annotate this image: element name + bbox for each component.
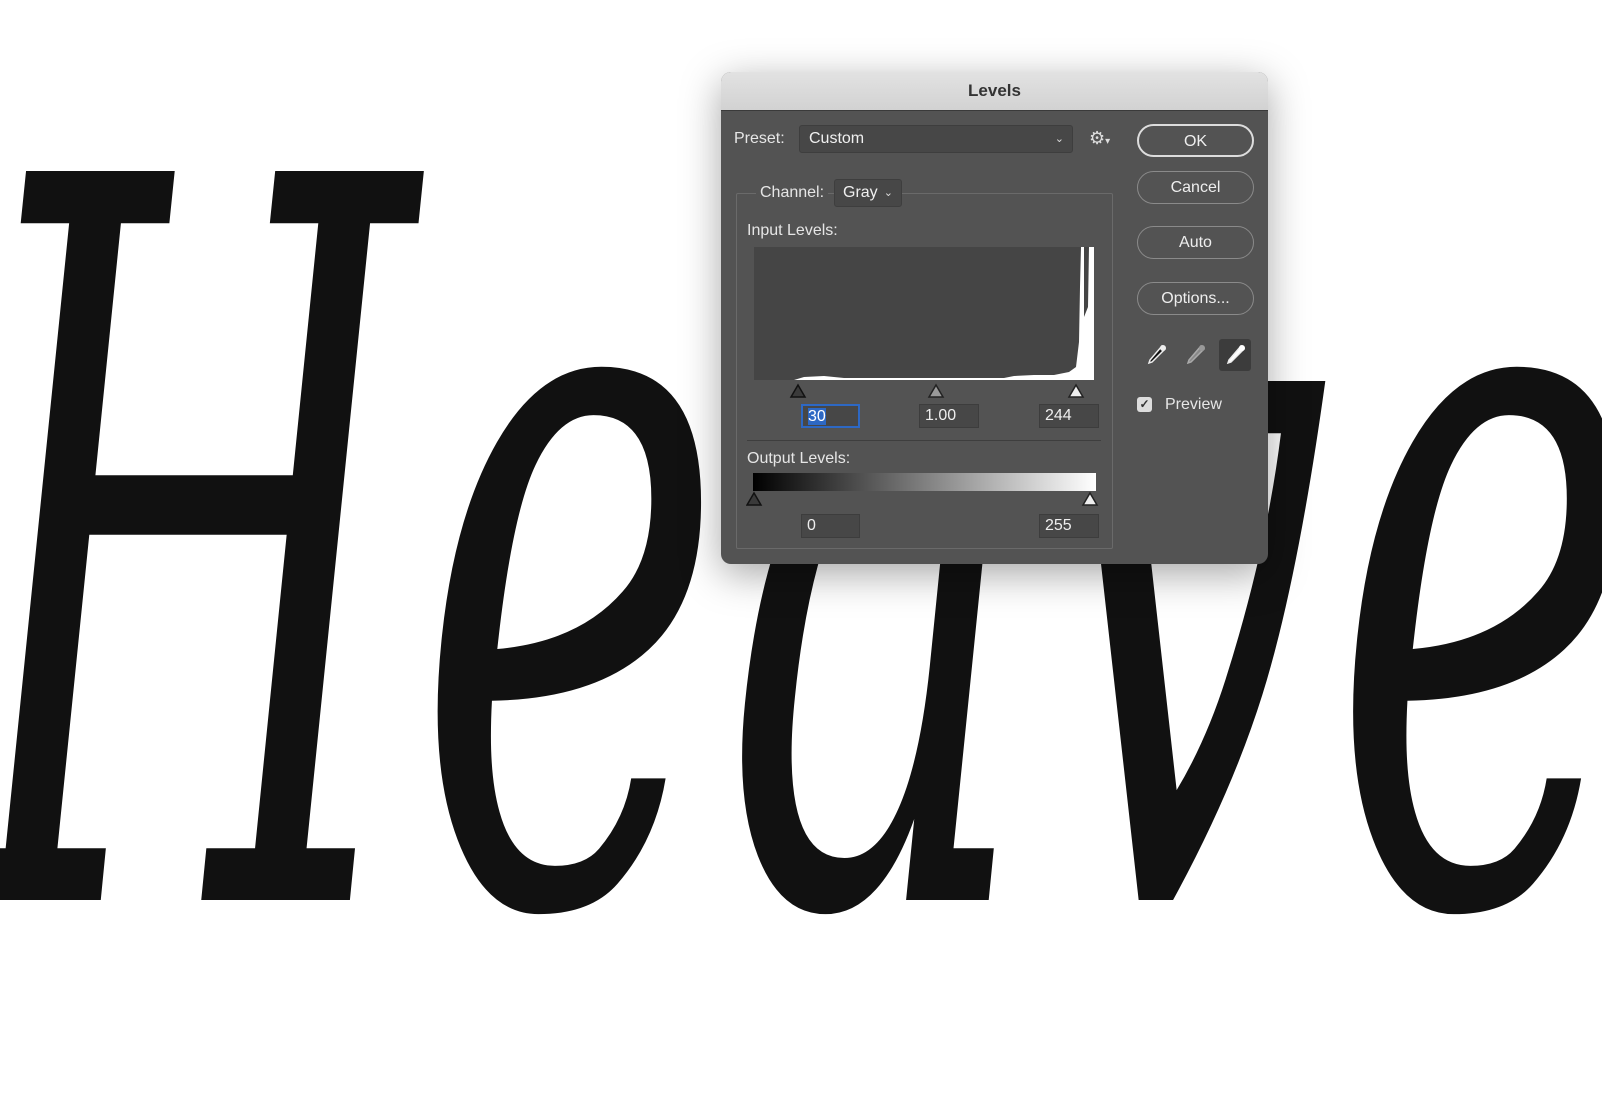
preset-label: Preset: — [734, 130, 785, 147]
output-black-slider[interactable] — [746, 491, 763, 506]
input-black-slider[interactable] — [789, 383, 807, 398]
channel-value: Gray — [843, 184, 878, 201]
channel-label: Channel: — [756, 184, 829, 202]
auto-button[interactable]: Auto — [1137, 226, 1254, 259]
black-point-eyedropper-icon[interactable] — [1140, 339, 1172, 371]
output-sliders — [746, 491, 1099, 506]
output-white-field[interactable]: 255 — [1039, 514, 1099, 538]
output-levels-label: Output Levels: — [747, 450, 851, 467]
input-gamma-field[interactable]: 1.00 — [919, 404, 979, 428]
white-point-eyedropper-icon[interactable] — [1219, 339, 1251, 371]
preset-value: Custom — [809, 130, 865, 147]
cancel-button[interactable]: Cancel — [1137, 171, 1254, 204]
preset-select[interactable]: Custom ⌄ — [799, 125, 1073, 153]
channel-select[interactable]: Gray ⌄ — [834, 179, 902, 207]
input-sliders — [789, 383, 1085, 398]
levels-dialog: Levels Preset: Custom ⌄ ⚙▾ Channel: Gray… — [721, 72, 1268, 564]
histogram — [754, 247, 1094, 380]
input-white-slider[interactable] — [1067, 383, 1085, 398]
histogram-graph — [754, 247, 1094, 380]
gray-point-eyedropper-icon[interactable] — [1179, 339, 1211, 371]
preview-label: Preview — [1165, 396, 1222, 413]
output-black-field[interactable]: 0 — [801, 514, 860, 538]
input-black-field[interactable]: 30 — [801, 404, 860, 428]
chevron-down-icon: ⌄ — [1054, 133, 1064, 145]
preview-checkbox[interactable]: ✓ — [1137, 397, 1152, 412]
options-button[interactable]: Options... — [1137, 282, 1254, 315]
input-levels-label: Input Levels: — [747, 222, 838, 239]
output-gradient-bar — [753, 473, 1096, 491]
divider — [747, 440, 1101, 441]
gear-icon[interactable]: ⚙▾ — [1089, 128, 1110, 149]
chevron-down-icon: ⌄ — [883, 187, 893, 199]
input-gamma-slider[interactable] — [927, 383, 945, 398]
input-white-field[interactable]: 244 — [1039, 404, 1099, 428]
ok-button[interactable]: OK — [1137, 124, 1254, 157]
output-white-slider[interactable] — [1081, 491, 1099, 506]
dialog-title: Levels — [721, 72, 1268, 111]
